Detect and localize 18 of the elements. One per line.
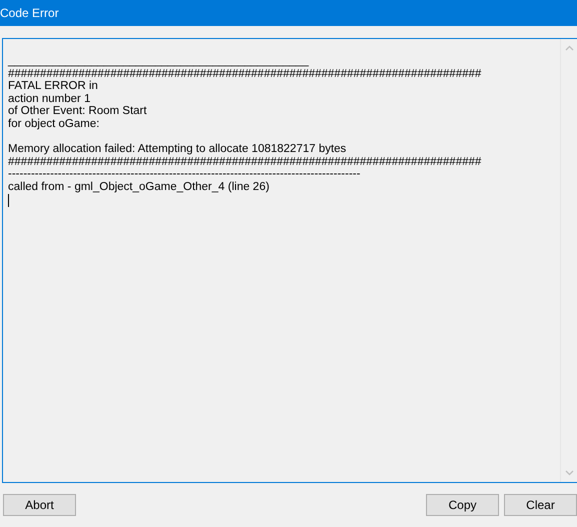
- window-title: Code Error: [0, 6, 59, 20]
- error-line: --------------------------------------------------------------------------------------------: [8, 168, 362, 181]
- chevron-up-icon[interactable]: [564, 45, 574, 51]
- error-line: of Other Event: Room Start: [8, 105, 148, 118]
- dialog-button[interactable]: Abort: [3, 494, 76, 516]
- dialog-button[interactable]: Clear: [504, 494, 577, 516]
- chevron-down-icon[interactable]: [564, 470, 574, 476]
- error-text-area[interactable]: [2, 38, 577, 483]
- text-cursor: [8, 194, 9, 207]
- dialog-button[interactable]: Copy: [426, 494, 499, 516]
- error-line: FATAL ERROR in: [8, 80, 99, 93]
- error-line: called from - gml_Object_oGame_Other_4 (line 26): [8, 180, 270, 194]
- error-line: ##########################################################################: [8, 68, 482, 80]
- error-line: Memory allocation failed: Attempting to allocate 1081822717 bytes: [8, 143, 348, 156]
- error-line: _______________________________________________: [8, 55, 310, 68]
- error-line: action number 1: [8, 92, 92, 106]
- error-line: ##########################################################################: [8, 156, 482, 168]
- error-line: for object oGame:: [8, 118, 100, 131]
